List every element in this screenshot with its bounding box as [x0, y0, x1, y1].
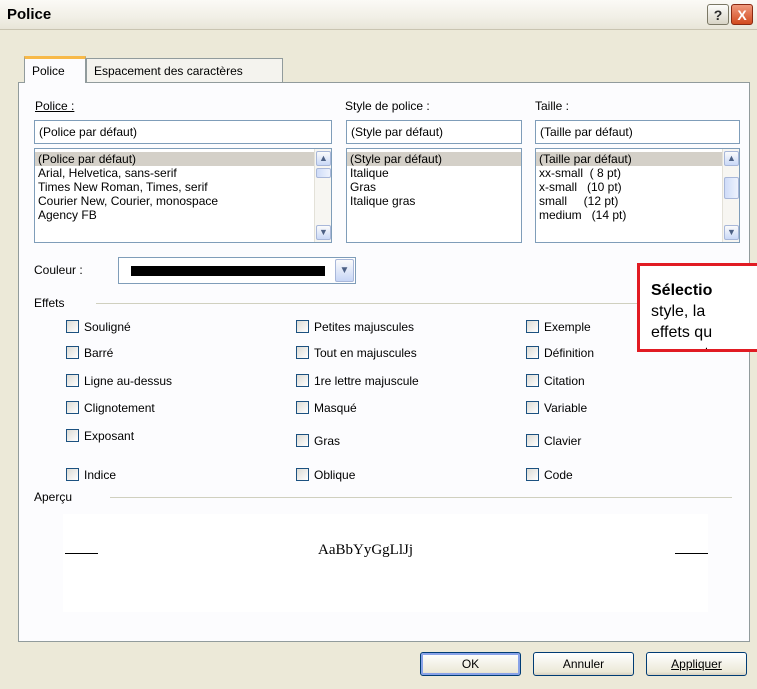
ok-button[interactable]: OK — [420, 652, 521, 676]
font-label: Police : — [35, 99, 75, 113]
callout-line: effets qu — [651, 324, 713, 341]
checkbox-label: Indice — [84, 468, 117, 482]
style-list[interactable]: (Style par défaut) Italique Gras Italiqu… — [346, 148, 522, 243]
list-item[interactable]: (Style par défaut) — [347, 152, 521, 166]
size-input[interactable]: (Taille par défaut) — [535, 120, 740, 144]
checkbox-small-caps[interactable] — [296, 320, 309, 333]
checkbox-label: Barré — [84, 346, 114, 360]
preview-right-line — [675, 553, 708, 554]
checkbox-all-caps[interactable] — [296, 346, 309, 359]
checkbox-blink[interactable] — [66, 401, 79, 414]
checkbox-variable[interactable] — [526, 401, 539, 414]
checkbox-code[interactable] — [526, 468, 539, 481]
size-list[interactable]: (Taille par défaut) xx-small ( 8 pt) x-s… — [535, 148, 740, 243]
list-item[interactable]: Arial, Helvetica, sans-serif — [35, 166, 331, 180]
checkbox-definition[interactable] — [526, 346, 539, 359]
checkbox-label: Définition — [544, 346, 595, 360]
list-item[interactable]: Gras — [347, 180, 521, 194]
preview-box — [63, 514, 708, 612]
checkbox-superscript[interactable] — [66, 429, 79, 442]
checkbox-label: Clavier — [544, 434, 582, 448]
list-item[interactable]: Agency FB — [35, 208, 331, 222]
font-input[interactable]: (Police par défaut) — [34, 120, 332, 144]
style-input[interactable]: (Style par défaut) — [346, 120, 522, 144]
checkbox-subscript[interactable] — [66, 468, 79, 481]
title-bar — [0, 0, 757, 30]
preview-sample-text: AaBbYyGgLlJj — [318, 542, 413, 558]
scroll-thumb[interactable] — [316, 168, 331, 178]
callout-line: Sélectio — [651, 282, 713, 299]
checkbox-label: Clignotement — [84, 401, 155, 415]
font-list-scrollbar[interactable]: ▲ ▼ — [314, 149, 331, 242]
checkbox-label: Citation — [544, 374, 585, 388]
checkbox-label: Exposant — [84, 429, 135, 443]
checkbox-bold[interactable] — [296, 434, 309, 447]
checkbox-label: Exemple — [544, 320, 591, 334]
help-button[interactable]: ? — [707, 4, 729, 25]
checkbox-label: Ligne au-dessus — [84, 374, 173, 388]
color-dropdown[interactable]: ▼ — [118, 257, 356, 284]
preview-label: Aperçu — [34, 490, 73, 504]
checkbox-keyboard[interactable] — [526, 434, 539, 447]
checkbox-label: Code — [544, 468, 573, 482]
checkbox-citation[interactable] — [526, 374, 539, 387]
checkbox-label: Variable — [544, 401, 588, 415]
checkbox-label: Tout en majuscules — [314, 346, 417, 360]
size-label: Taille : — [535, 99, 570, 113]
color-swatch — [131, 266, 325, 276]
scroll-down-icon[interactable]: ▼ — [316, 225, 331, 240]
color-label: Couleur : — [34, 263, 83, 277]
scroll-up-icon[interactable]: ▲ — [316, 151, 331, 166]
apply-button[interactable]: Appliquer — [646, 652, 747, 676]
scroll-down-icon[interactable]: ▼ — [724, 225, 739, 240]
chevron-down-icon[interactable]: ▼ — [335, 259, 354, 282]
list-item[interactable]: Times New Roman, Times, serif — [35, 180, 331, 194]
tooltip-callout: Sélectio style, la effets qu pour vot — [637, 263, 757, 352]
scroll-thumb[interactable] — [724, 177, 739, 199]
checkbox-label: Oblique — [314, 468, 356, 482]
tab-character-spacing[interactable]: Espacement des caractères — [86, 58, 283, 82]
checkbox-label: 1re lettre majuscule — [314, 374, 419, 388]
checkbox-hidden[interactable] — [296, 401, 309, 414]
checkbox-overline[interactable] — [66, 374, 79, 387]
checkbox-label: Souligné — [84, 320, 131, 334]
preview-left-line — [65, 553, 98, 554]
preview-divider — [110, 497, 732, 498]
style-label: Style de police : — [345, 99, 430, 113]
checkbox-label: Gras — [314, 434, 341, 448]
checkbox-underline[interactable] — [66, 320, 79, 333]
list-item[interactable]: medium (14 pt) — [536, 208, 739, 222]
checkbox-label: Masqué — [314, 401, 357, 415]
size-list-scrollbar[interactable]: ▲ ▼ — [722, 149, 739, 242]
list-item[interactable]: x-small (10 pt) — [536, 180, 739, 194]
list-item[interactable]: small (12 pt) — [536, 194, 739, 208]
window-title: Police — [7, 6, 52, 23]
cancel-button[interactable]: Annuler — [533, 652, 634, 676]
list-item[interactable]: Italique gras — [347, 194, 521, 208]
checkbox-sample[interactable] — [526, 320, 539, 333]
close-button[interactable]: X — [731, 4, 753, 25]
tab-font[interactable]: Police — [24, 56, 86, 83]
checkbox-label: Petites majuscules — [314, 320, 415, 334]
list-item[interactable]: Italique — [347, 166, 521, 180]
scroll-up-icon[interactable]: ▲ — [724, 151, 739, 166]
list-item[interactable]: Courier New, Courier, monospace — [35, 194, 331, 208]
list-item[interactable]: xx-small ( 8 pt) — [536, 166, 739, 180]
checkbox-italic[interactable] — [296, 468, 309, 481]
checkbox-strikethrough[interactable] — [66, 346, 79, 359]
effects-label: Effets — [34, 296, 65, 310]
list-item[interactable]: (Police par défaut) — [35, 152, 331, 166]
callout-line: style, la — [651, 303, 706, 320]
font-list[interactable]: (Police par défaut) Arial, Helvetica, sa… — [34, 148, 332, 243]
callout-line: pour vot — [651, 343, 757, 349]
checkbox-capitalize[interactable] — [296, 374, 309, 387]
list-item[interactable]: (Taille par défaut) — [536, 152, 739, 166]
